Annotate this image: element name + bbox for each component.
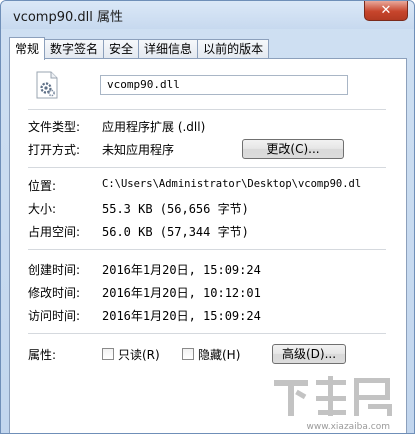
divider xyxy=(28,109,386,110)
divider xyxy=(28,333,386,334)
hidden-label[interactable]: 隐藏(H) xyxy=(198,346,240,363)
created-value: 2016年1月20日, 15:09:24 xyxy=(102,263,261,277)
tab-digital-signatures[interactable]: 数字签名 xyxy=(44,39,105,59)
modified-label: 修改时间: xyxy=(28,286,81,300)
file-name-field[interactable]: vcomp90.dll xyxy=(100,75,348,95)
accessed-label: 访问时间: xyxy=(28,309,81,323)
close-button[interactable]: ✕ xyxy=(364,1,408,21)
size-on-disk-label: 占用空间: xyxy=(28,225,81,239)
location-value: C:\Users\Administrator\Desktop\vcomp90.d… xyxy=(102,178,362,190)
file-type-value: 应用程序扩展 (.dll) xyxy=(102,120,206,134)
divider xyxy=(28,167,386,168)
tab-security[interactable]: 安全 xyxy=(103,39,140,59)
close-icon: ✕ xyxy=(380,3,392,18)
advanced-button[interactable]: 高级(D)... xyxy=(272,344,346,364)
tab-previous-versions[interactable]: 以前的版本 xyxy=(197,39,270,59)
size-on-disk-value: 56.0 KB (57,344 字节) xyxy=(102,225,249,239)
properties-window: vcomp90.dll 属性 ✕ 常规 数字签名 安全 详细信息 以前的版本 v… xyxy=(0,0,415,434)
modified-value: 2016年1月20日, 10:12:01 xyxy=(102,286,261,300)
dll-gear-file-icon xyxy=(36,71,58,99)
tab-bar: 常规 数字签名 安全 详细信息 以前的版本 xyxy=(9,37,270,60)
xiazaiba-watermark-logo xyxy=(274,376,392,416)
file-type-label: 文件类型: xyxy=(28,120,81,134)
window-title: vcomp90.dll 属性 xyxy=(13,10,123,25)
readonly-label[interactable]: 只读(R) xyxy=(118,346,160,363)
location-label: 位置: xyxy=(28,179,57,193)
opens-with-label: 打开方式: xyxy=(28,143,81,157)
size-value: 55.3 KB (56,656 字节) xyxy=(102,202,249,216)
attributes-label: 属性: xyxy=(28,348,57,362)
hidden-checkbox[interactable] xyxy=(182,348,194,360)
change-button[interactable]: 更改(C)... xyxy=(242,139,344,159)
size-label: 大小: xyxy=(28,202,57,216)
general-panel: vcomp90.dll 文件类型: 应用程序扩展 (.dll) 打开方式: 未知… xyxy=(9,58,407,433)
tab-general[interactable]: 常规 xyxy=(9,37,46,60)
created-label: 创建时间: xyxy=(28,263,81,277)
readonly-checkbox[interactable] xyxy=(102,348,114,360)
opens-with-value: 未知应用程序 xyxy=(102,143,175,157)
title-bar[interactable]: vcomp90.dll 属性 ✕ xyxy=(1,1,414,29)
watermark-url: www.xiazaiba.com xyxy=(306,422,390,432)
accessed-value: 2016年1月20日, 15:09:24 xyxy=(102,309,261,323)
tab-details[interactable]: 详细信息 xyxy=(138,39,199,59)
divider xyxy=(28,249,386,250)
